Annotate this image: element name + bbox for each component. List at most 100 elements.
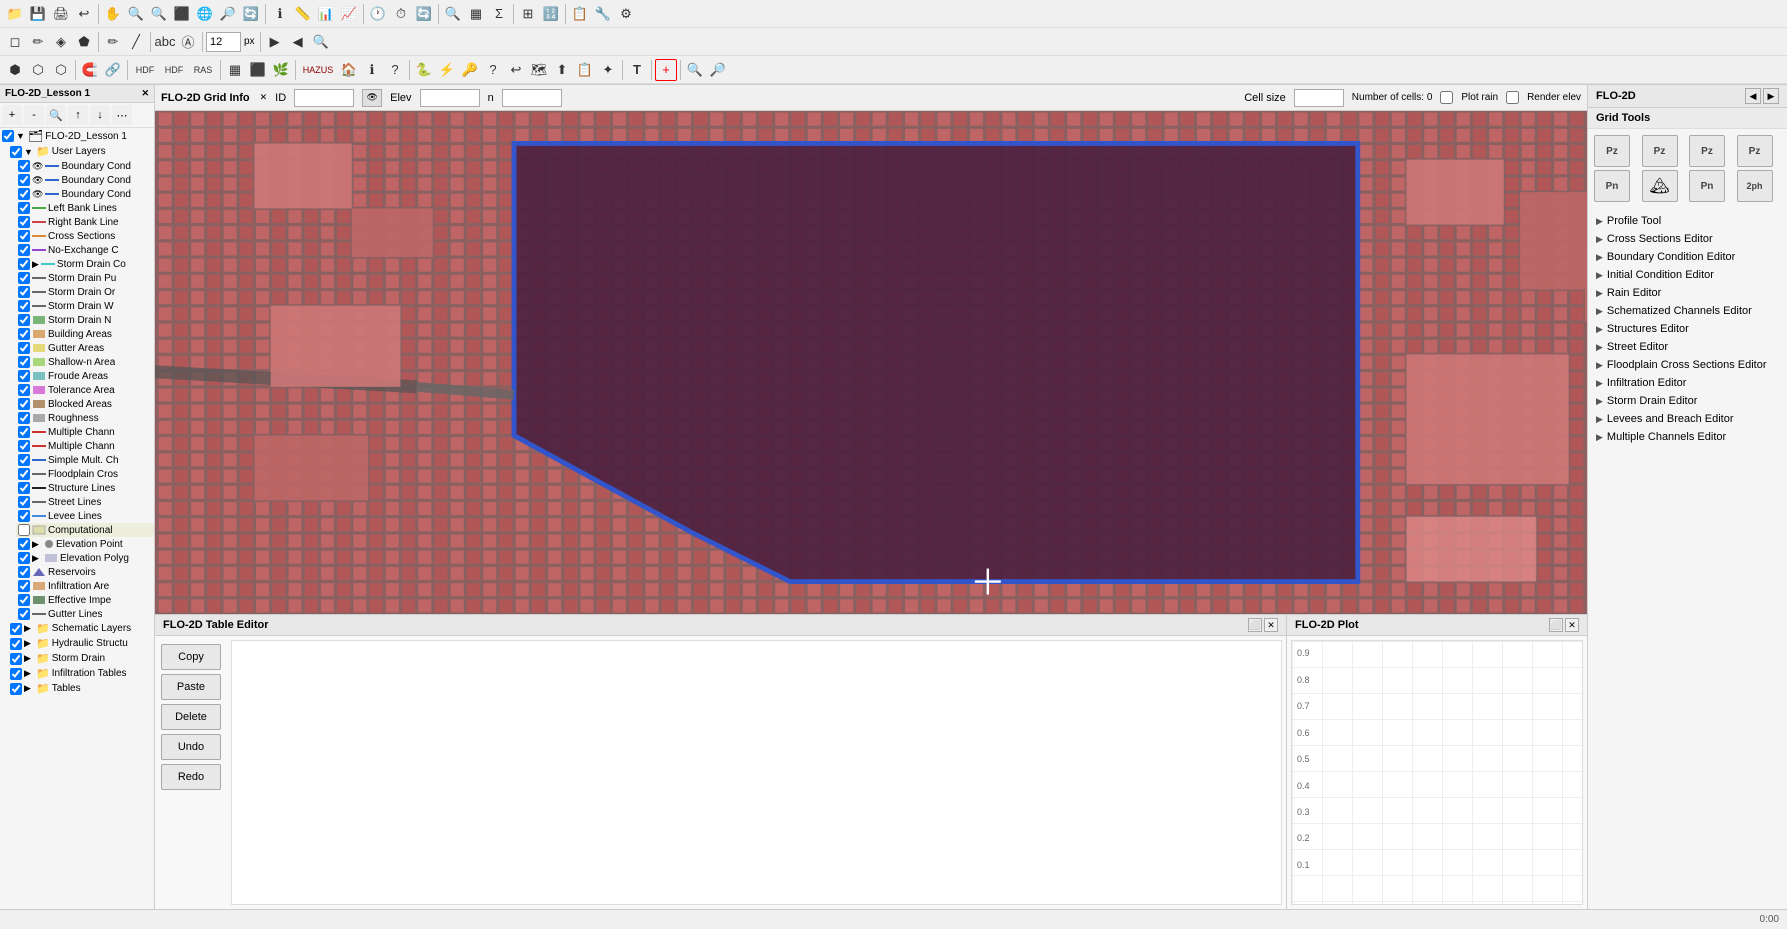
group-check[interactable] <box>10 146 22 158</box>
group-expand[interactable]: ▶ <box>24 683 34 694</box>
layer-stormdrain-w[interactable]: Storm Drain W <box>16 299 154 313</box>
layer-floodplain[interactable]: Floodplain Cros <box>16 467 154 481</box>
tb-time[interactable]: 🕐 <box>367 3 389 25</box>
tb-refresh[interactable]: 🔄 <box>240 3 262 25</box>
li-check[interactable] <box>18 202 30 214</box>
li-check[interactable] <box>18 328 30 340</box>
group-check[interactable] <box>10 683 22 695</box>
layer-multichan1[interactable]: Multiple Chann <box>16 425 154 439</box>
layer-levee[interactable]: Levee Lines <box>16 509 154 523</box>
layer-stormdrain-pu[interactable]: Storm Drain Pu <box>16 271 154 285</box>
font-size-input[interactable] <box>206 32 241 52</box>
li-check[interactable] <box>18 244 30 256</box>
li-check[interactable] <box>18 230 30 242</box>
li-check[interactable] <box>18 398 30 410</box>
li-check[interactable] <box>18 552 30 564</box>
panel-restore-btn[interactable]: ⬜ <box>1248 618 1262 632</box>
tb-zoom-layer[interactable]: 🔎 <box>217 3 239 25</box>
tb2-misc1[interactable]: ▶ <box>264 31 286 53</box>
layer-tb-add[interactable]: + <box>2 105 22 125</box>
render-elev-check[interactable] <box>1506 91 1519 104</box>
layer-computational[interactable]: Computational <box>16 523 154 537</box>
li-check[interactable] <box>18 356 30 368</box>
li-check[interactable] <box>18 608 30 620</box>
tb-stat[interactable]: 📈 <box>338 3 360 25</box>
tb3-snap2[interactable]: 🔗 <box>102 59 124 81</box>
tb2-misc3[interactable]: 🔍 <box>310 31 332 53</box>
menu-infiltration[interactable]: ▶ Infiltration Editor <box>1588 374 1787 392</box>
root-expand[interactable]: ▼ <box>16 131 26 141</box>
grid-tool-pz3[interactable]: Pz <box>1689 135 1725 167</box>
tb2-line[interactable]: ╱ <box>125 31 147 53</box>
grid-tool-pz2[interactable]: Pz <box>1642 135 1678 167</box>
group-check[interactable] <box>10 623 22 635</box>
tb-misc1[interactable]: 📋 <box>569 3 591 25</box>
tb3-3[interactable]: ⬡ <box>50 59 72 81</box>
layer-gutterlines[interactable]: Gutter Lines <box>16 607 154 621</box>
group-stormdrain[interactable]: ▶ 📁 Storm Drain <box>8 651 154 666</box>
li-expand[interactable]: ▶ <box>32 259 39 270</box>
menu-cross-sections[interactable]: ▶ Cross Sections Editor <box>1588 230 1787 248</box>
tb3-misc4[interactable]: ? <box>482 59 504 81</box>
cell-size-input[interactable] <box>1294 89 1344 107</box>
copy-button[interactable]: Copy <box>161 644 221 670</box>
tb3-2[interactable]: ⬡ <box>27 59 49 81</box>
tb3-flo1[interactable]: HDF <box>131 59 159 81</box>
group-schematic[interactable]: ▶ 📁 Schematic Layers <box>8 621 154 636</box>
tb3-info[interactable]: ℹ <box>361 59 383 81</box>
li-check[interactable] <box>18 384 30 396</box>
layer-stormdrain-n[interactable]: Storm Drain N <box>16 313 154 327</box>
group-expand[interactable]: ▶ <box>24 638 34 649</box>
tb-refresh2[interactable]: 🔄 <box>413 3 435 25</box>
delete-button[interactable]: Delete <box>161 704 221 730</box>
tb3-h2[interactable]: 🏠 <box>338 59 360 81</box>
layer-root-check[interactable] <box>2 130 14 142</box>
tb2-node[interactable]: ◈ <box>50 31 72 53</box>
group-infiltration-tables[interactable]: ▶ 📁 Infiltration Tables <box>8 666 154 681</box>
layer-rightbank[interactable]: Right Bank Line <box>16 215 154 229</box>
layer-tb-filter[interactable]: 🔍 <box>46 105 66 125</box>
tb-zoom-in[interactable]: 🔍 <box>125 3 147 25</box>
li-check[interactable] <box>18 496 30 508</box>
li-check[interactable] <box>18 580 30 592</box>
li-check[interactable] <box>18 594 30 606</box>
li-check[interactable] <box>18 188 30 200</box>
grid-tool-pz4[interactable]: Pz <box>1737 135 1773 167</box>
tb-search[interactable]: 🔍 <box>442 3 464 25</box>
grid-tool-mountain[interactable]: 🏔 <box>1642 170 1678 202</box>
menu-storm-drain[interactable]: ▶ Storm Drain Editor <box>1588 392 1787 410</box>
tb-save[interactable]: 💾 <box>27 3 49 25</box>
li-check[interactable] <box>18 258 30 270</box>
tb3-misc1[interactable]: 🐍 <box>413 59 435 81</box>
group-expand[interactable]: ▶ <box>24 668 34 679</box>
li-check[interactable] <box>18 468 30 480</box>
li-check[interactable] <box>18 174 30 186</box>
tb-undo-hist[interactable]: ↩ <box>73 3 95 25</box>
tb-folder[interactable]: 📁 <box>4 3 26 25</box>
menu-street[interactable]: ▶ Street Editor <box>1588 338 1787 356</box>
li-check[interactable] <box>18 216 30 228</box>
layer-infiltration-are[interactable]: Infiltration Are <box>16 579 154 593</box>
tb-zoom-out[interactable]: 🔍 <box>148 3 170 25</box>
layer-multichan2[interactable]: Multiple Chann <box>16 439 154 453</box>
map-area[interactable] <box>155 111 1587 614</box>
tb-clock[interactable]: ⏱ <box>390 3 412 25</box>
grid-close-btn[interactable]: ✕ <box>260 92 268 103</box>
grid-tool-pz1[interactable]: Pz <box>1594 135 1630 167</box>
tb-misc3[interactable]: ⚙ <box>615 3 637 25</box>
tb2-label[interactable]: Ⓐ <box>177 31 199 53</box>
paste-button[interactable]: Paste <box>161 674 221 700</box>
eye-btn[interactable]: 👁 <box>362 89 382 107</box>
li-check[interactable] <box>18 370 30 382</box>
layer-street[interactable]: Street Lines <box>16 495 154 509</box>
layer-simplemult[interactable]: Simple Mult. Ch <box>16 453 154 467</box>
tb-print[interactable]: 🖨 <box>50 3 72 25</box>
tb-grid[interactable]: ▦ <box>465 3 487 25</box>
tb3-grid3[interactable]: 🌿 <box>270 59 292 81</box>
layer-stormdrain-co[interactable]: ▶ Storm Drain Co <box>16 257 154 271</box>
tb2-digitize[interactable]: ⬟ <box>73 31 95 53</box>
tb-measure[interactable]: 📏 <box>292 3 314 25</box>
li-check[interactable] <box>18 454 30 466</box>
li-check[interactable] <box>18 566 30 578</box>
plot-close-btn[interactable]: ✕ <box>1565 618 1579 632</box>
